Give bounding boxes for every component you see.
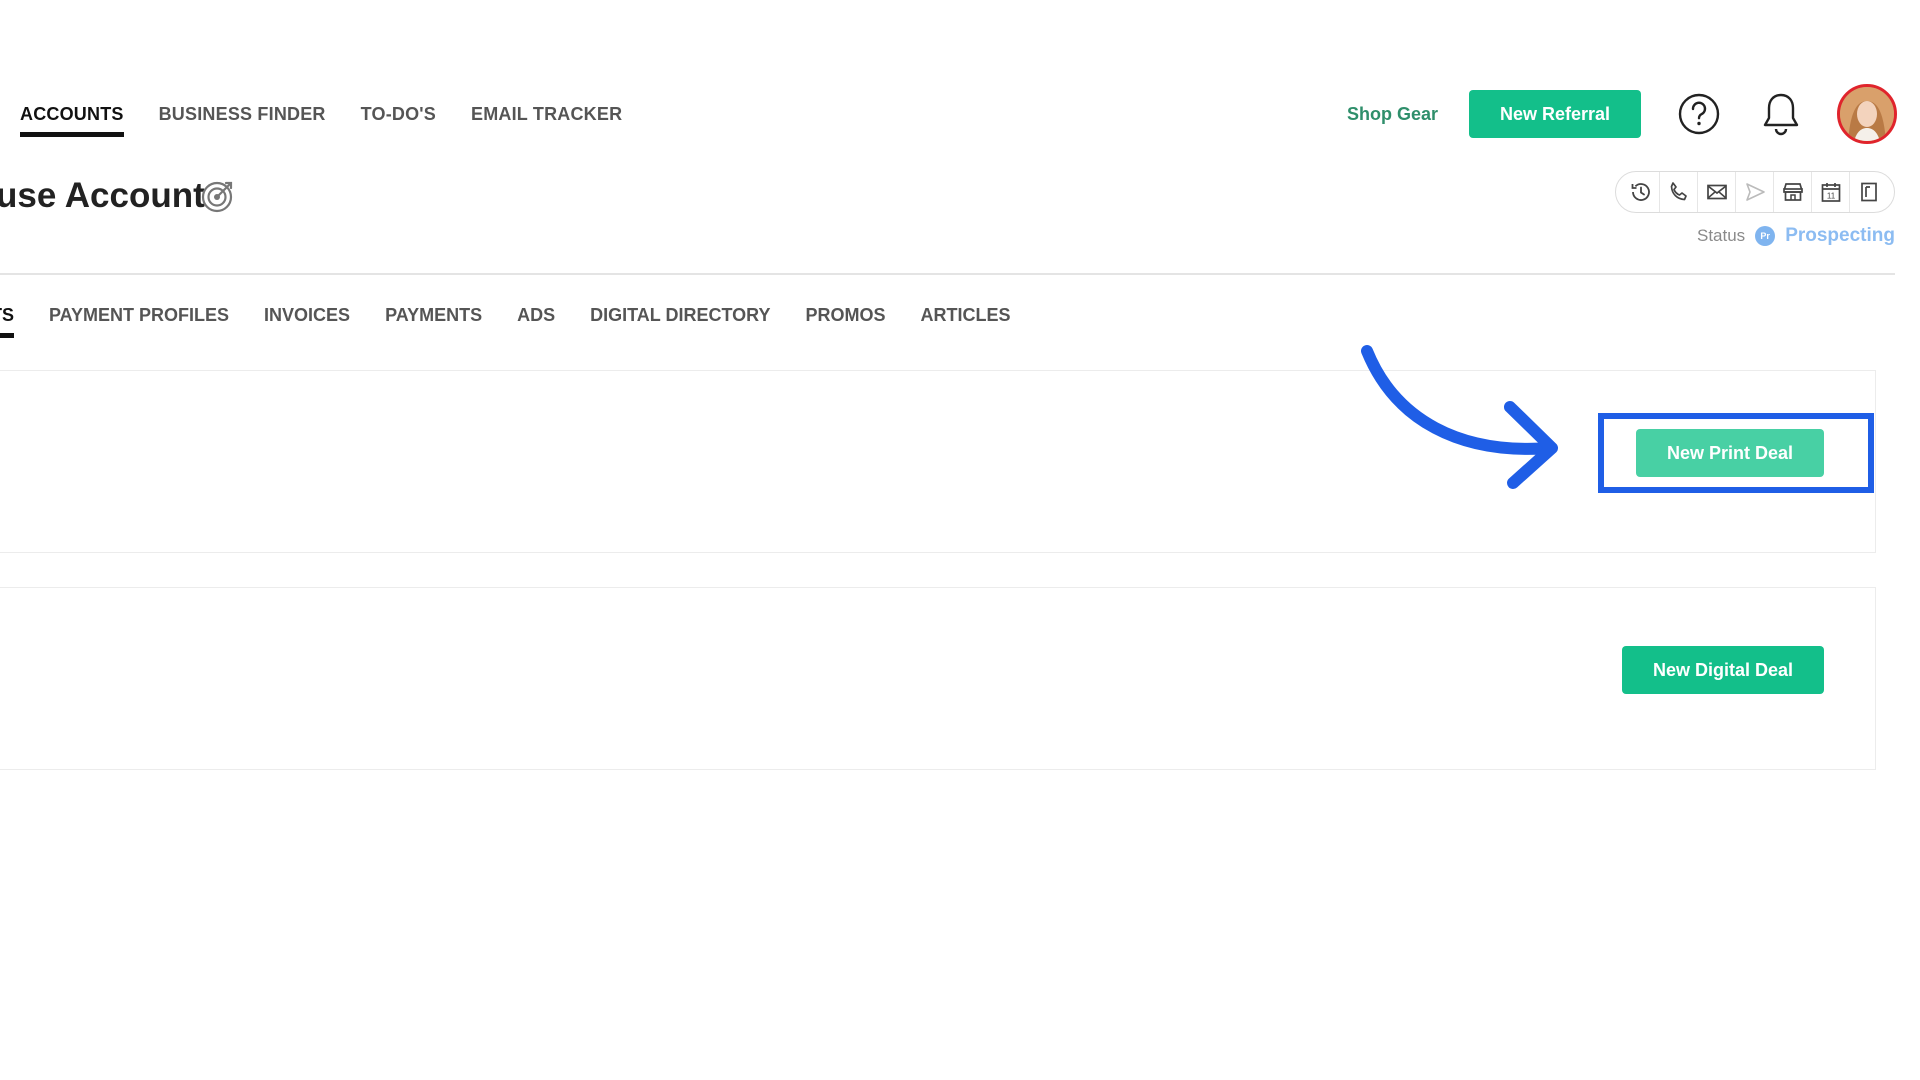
shop-gear-link[interactable]: Shop Gear <box>1347 104 1438 125</box>
main-nav: ACCOUNTS BUSINESS FINDER TO-DO'S EMAIL T… <box>20 104 622 137</box>
nav-business-finder[interactable]: BUSINESS FINDER <box>159 104 326 132</box>
tab-digital-directory[interactable]: DIGITAL DIRECTORY <box>590 305 770 338</box>
notes-icon[interactable] <box>1850 172 1888 212</box>
print-deals-card <box>0 370 1876 553</box>
nav-accounts[interactable]: ACCOUNTS <box>20 104 124 137</box>
user-avatar[interactable] <box>1837 84 1897 144</box>
email-icon[interactable] <box>1698 172 1736 212</box>
status-icon: Pr <box>1755 226 1776 246</box>
status-value[interactable]: Prospecting <box>1785 225 1895 247</box>
new-print-deal-button[interactable]: New Print Deal <box>1636 429 1824 477</box>
page-title: use Account <box>0 176 205 215</box>
status-row: Status Pr Prospecting <box>1697 225 1895 247</box>
tab-payments[interactable]: PAYMENTS <box>385 305 482 338</box>
account-sub-tabs: ITS PAYMENT PROFILES INVOICES PAYMENTS A… <box>0 305 1010 338</box>
target-icon[interactable] <box>200 178 236 214</box>
new-referral-button[interactable]: New Referral <box>1469 90 1641 138</box>
notifications-bell-icon[interactable] <box>1757 90 1805 138</box>
header-actions: Shop Gear New Referral <box>1347 84 1897 144</box>
tab-deals[interactable]: ITS <box>0 305 15 338</box>
account-actions-toolbar: 11 <box>1615 171 1895 213</box>
history-icon[interactable] <box>1622 172 1660 212</box>
send-icon[interactable] <box>1736 172 1774 212</box>
phone-icon[interactable] <box>1660 172 1698 212</box>
new-digital-deal-button[interactable]: New Digital Deal <box>1622 646 1824 694</box>
nav-todos[interactable]: TO-DO'S <box>361 104 436 132</box>
calendar-icon[interactable]: 11 <box>1812 172 1850 212</box>
status-label: Status <box>1696 226 1746 245</box>
page: ACCOUNTS BUSINESS FINDER TO-DO'S EMAIL T… <box>0 0 1920 1080</box>
help-icon[interactable] <box>1675 90 1723 138</box>
calendar-day-number: 11 <box>1826 192 1835 201</box>
tab-ads[interactable]: ADS <box>517 305 555 338</box>
tab-promos[interactable]: PROMOS <box>805 305 885 338</box>
nav-email-tracker[interactable]: EMAIL TRACKER <box>471 104 622 132</box>
digital-deals-card <box>0 587 1876 770</box>
tab-articles[interactable]: ARTICLES <box>920 305 1010 338</box>
storefront-icon[interactable] <box>1774 172 1812 212</box>
tab-invoices[interactable]: INVOICES <box>264 305 350 338</box>
tab-payment-profiles[interactable]: PAYMENT PROFILES <box>49 305 229 338</box>
header-divider <box>0 273 1895 275</box>
